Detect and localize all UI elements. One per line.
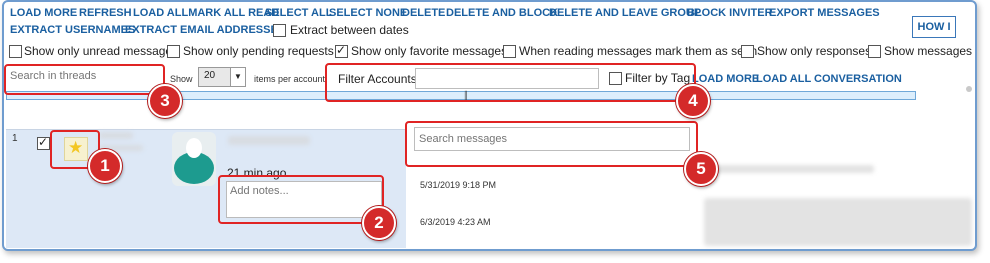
- unread-only-label: Show only unread messages: [24, 44, 179, 58]
- show-count-value: 20: [204, 70, 216, 81]
- favorite-only-label: Show only favorite messages: [351, 44, 508, 58]
- export-messages-link[interactable]: EXPORT MESSAGES: [769, 7, 880, 19]
- how-button[interactable]: HOW I: [912, 16, 956, 38]
- extract-between-dates-checkbox[interactable]: [273, 24, 286, 37]
- callout-badge-1: 1: [88, 149, 122, 183]
- callout-box-filter-accounts: [325, 63, 696, 102]
- responses-only-label: Show only responses: [757, 44, 872, 58]
- show-label: Show: [170, 74, 193, 84]
- load-all-mark-all-read-link[interactable]: LOAD ALLMARK ALL READ: [133, 7, 279, 19]
- callout-badge-5: 5: [684, 152, 718, 186]
- favorite-only-checkbox[interactable]: [335, 43, 348, 58]
- extract-between-dates-label: Extract between dates: [290, 23, 409, 37]
- thread-select-checkbox[interactable]: [37, 135, 50, 150]
- mark-seen-checkbox[interactable]: [503, 45, 516, 58]
- callout-badge-3: 3: [148, 84, 182, 118]
- callout-box-search-threads: [4, 64, 165, 95]
- show-messages-checkbox[interactable]: [868, 45, 881, 58]
- message-date-2: 6/3/2019 4:23 AM: [420, 217, 491, 227]
- responses-only-checkbox[interactable]: [741, 45, 754, 58]
- pending-requests-label: Show only pending requests: [183, 44, 334, 58]
- extract-email-addresses-link[interactable]: EXTRACT EMAIL ADDRESSES: [125, 24, 285, 36]
- callout-badge-2: 2: [362, 206, 396, 240]
- account-name-blurred: [99, 132, 133, 139]
- load-all-conversation-link[interactable]: LOAD ALL CONVERSATION: [756, 73, 902, 85]
- delete-and-leave-group-link[interactable]: DELETE AND LEAVE GROUP: [549, 7, 701, 19]
- callout-badge-4: 4: [676, 84, 710, 118]
- chevron-down-icon[interactable]: ▼: [230, 68, 245, 86]
- message-date-1: 5/31/2019 9:18 PM: [420, 180, 497, 190]
- message-bubble-blurred: [704, 198, 972, 246]
- thread-index: 1: [12, 133, 18, 144]
- show-count-select[interactable]: 20 ▼: [198, 67, 246, 87]
- load-more-link[interactable]: LOAD MORE: [10, 7, 77, 19]
- extract-usernames-link[interactable]: EXTRACT USERNAMES: [10, 24, 135, 36]
- mark-seen-label: When reading messages mark them as seen: [519, 44, 758, 58]
- show-messages-label: Show messages wa: [884, 44, 975, 58]
- items-per-account-label: items per account: [254, 74, 326, 84]
- block-inviter-link[interactable]: BLOCK INVITER: [687, 7, 773, 19]
- callout-box-add-notes: [218, 175, 384, 224]
- scroll-indicator: [966, 86, 972, 92]
- select-all-link[interactable]: SELECT ALL: [265, 7, 332, 19]
- load-more-conversation-link[interactable]: LOAD MORE: [692, 73, 759, 85]
- callout-box-search-messages: [405, 121, 698, 167]
- refresh-link[interactable]: REFRESH: [79, 7, 132, 19]
- delete-link[interactable]: DELETE: [402, 7, 445, 19]
- select-none-link[interactable]: SELECT NONE: [329, 7, 407, 19]
- username-blurred: [228, 136, 310, 145]
- delete-and-block-link[interactable]: DELETE AND BLOCK: [446, 7, 558, 19]
- unread-only-checkbox[interactable]: [9, 45, 22, 58]
- message-text-blurred: [714, 165, 874, 173]
- avatar: [172, 132, 216, 186]
- pending-requests-checkbox[interactable]: [167, 45, 180, 58]
